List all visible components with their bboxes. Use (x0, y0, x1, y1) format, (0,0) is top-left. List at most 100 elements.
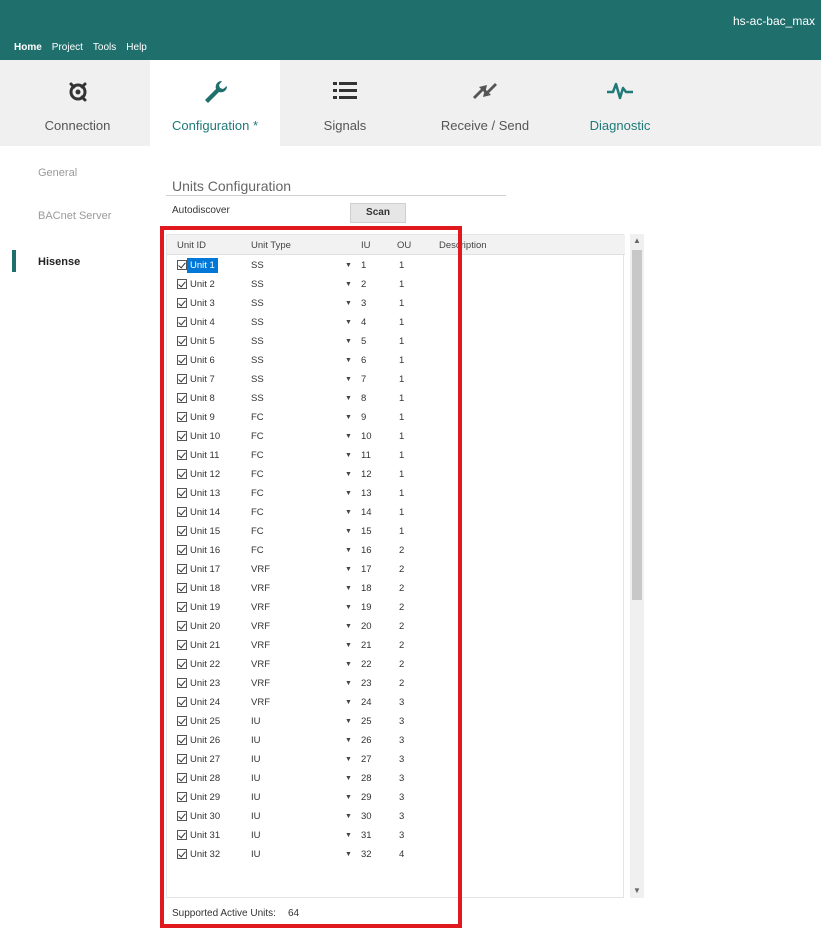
table-row[interactable]: Unit 25 IU ▼ 25 3 (167, 712, 625, 731)
table-row[interactable]: Unit 23 VRF ▼ 23 2 (167, 674, 625, 693)
ou-cell[interactable]: 1 (399, 526, 404, 537)
unit-checkbox[interactable] (177, 488, 187, 498)
unit-type-cell[interactable]: SS (251, 298, 264, 309)
chevron-down-icon[interactable]: ▼ (345, 623, 352, 630)
unit-checkbox[interactable] (177, 279, 187, 289)
ou-cell[interactable]: 3 (399, 830, 404, 841)
chevron-down-icon[interactable]: ▼ (345, 376, 352, 383)
scroll-thumb[interactable] (632, 250, 642, 600)
iu-cell[interactable]: 21 (361, 640, 372, 651)
table-row[interactable]: Unit 16 FC ▼ 16 2 (167, 541, 625, 560)
unit-type-cell[interactable]: VRF (251, 678, 270, 689)
ou-cell[interactable]: 3 (399, 754, 404, 765)
ou-cell[interactable]: 2 (399, 545, 404, 556)
unit-checkbox[interactable] (177, 469, 187, 479)
iu-cell[interactable]: 29 (361, 792, 372, 803)
ou-cell[interactable]: 1 (399, 488, 404, 499)
unit-type-cell[interactable]: SS (251, 260, 264, 271)
unit-type-cell[interactable]: VRF (251, 583, 270, 594)
grid-scrollbar[interactable]: ▲ ▼ (630, 234, 644, 898)
unit-checkbox[interactable] (177, 260, 187, 270)
unit-id-cell[interactable]: Unit 19 (190, 602, 220, 613)
unit-id-cell[interactable]: Unit 5 (190, 336, 215, 347)
tab-diagnostic[interactable]: Diagnostic (570, 60, 670, 146)
nav-item-bacnet-server[interactable]: BACnet Server (38, 210, 111, 222)
table-row[interactable]: Unit 29 IU ▼ 29 3 (167, 788, 625, 807)
unit-type-cell[interactable]: VRF (251, 621, 270, 632)
iu-cell[interactable]: 18 (361, 583, 372, 594)
table-row[interactable]: Unit 3 SS ▼ 3 1 (167, 294, 625, 313)
unit-checkbox[interactable] (177, 716, 187, 726)
iu-cell[interactable]: 11 (361, 450, 371, 461)
tab-configuration[interactable]: Configuration * (150, 60, 280, 146)
unit-type-cell[interactable]: IU (251, 849, 261, 860)
unit-type-cell[interactable]: IU (251, 792, 261, 803)
menu-home[interactable]: Home (14, 42, 42, 53)
chevron-down-icon[interactable]: ▼ (345, 851, 352, 858)
unit-type-cell[interactable]: VRF (251, 640, 270, 651)
ou-cell[interactable]: 2 (399, 640, 404, 651)
unit-id-cell[interactable]: Unit 2 (190, 279, 215, 290)
ou-cell[interactable]: 1 (399, 431, 404, 442)
unit-type-cell[interactable]: FC (251, 412, 264, 423)
chevron-down-icon[interactable]: ▼ (345, 338, 352, 345)
unit-id-cell[interactable]: Unit 15 (190, 526, 220, 537)
unit-id-cell[interactable]: Unit 11 (190, 450, 219, 461)
chevron-down-icon[interactable]: ▼ (345, 661, 352, 668)
iu-cell[interactable]: 20 (361, 621, 372, 632)
menu-tools[interactable]: Tools (93, 42, 116, 53)
col-unit-id[interactable]: Unit ID (177, 240, 206, 251)
chevron-down-icon[interactable]: ▼ (345, 813, 352, 820)
chevron-down-icon[interactable]: ▼ (345, 262, 352, 269)
col-ou[interactable]: OU (397, 240, 411, 251)
unit-id-cell[interactable]: Unit 23 (190, 678, 220, 689)
chevron-down-icon[interactable]: ▼ (345, 357, 352, 364)
chevron-down-icon[interactable]: ▼ (345, 604, 352, 611)
tab-receive-send[interactable]: Receive / Send (420, 60, 550, 146)
unit-type-cell[interactable]: SS (251, 393, 264, 404)
chevron-down-icon[interactable]: ▼ (345, 433, 352, 440)
table-row[interactable]: Unit 8 SS ▼ 8 1 (167, 389, 625, 408)
chevron-down-icon[interactable]: ▼ (345, 737, 352, 744)
ou-cell[interactable]: 3 (399, 792, 404, 803)
unit-checkbox[interactable] (177, 393, 187, 403)
unit-type-cell[interactable]: FC (251, 488, 264, 499)
ou-cell[interactable]: 2 (399, 602, 404, 613)
ou-cell[interactable]: 4 (399, 849, 404, 860)
chevron-down-icon[interactable]: ▼ (345, 490, 352, 497)
unit-id-cell[interactable]: Unit 25 (190, 716, 220, 727)
table-row[interactable]: Unit 19 VRF ▼ 19 2 (167, 598, 625, 617)
ou-cell[interactable]: 1 (399, 412, 404, 423)
table-row[interactable]: Unit 6 SS ▼ 6 1 (167, 351, 625, 370)
unit-id-cell[interactable]: Unit 3 (190, 298, 215, 309)
tab-signals[interactable]: Signals (295, 60, 395, 146)
unit-type-cell[interactable]: IU (251, 773, 261, 784)
chevron-down-icon[interactable]: ▼ (345, 699, 352, 706)
table-row[interactable]: Unit 7 SS ▼ 7 1 (167, 370, 625, 389)
unit-type-cell[interactable]: VRF (251, 659, 270, 670)
iu-cell[interactable]: 16 (361, 545, 372, 556)
chevron-down-icon[interactable]: ▼ (345, 585, 352, 592)
unit-checkbox[interactable] (177, 735, 187, 745)
unit-id-cell[interactable]: Unit 22 (190, 659, 220, 670)
unit-type-cell[interactable]: FC (251, 450, 264, 461)
unit-type-cell[interactable]: FC (251, 507, 264, 518)
unit-checkbox[interactable] (177, 450, 187, 460)
unit-checkbox[interactable] (177, 830, 187, 840)
unit-type-cell[interactable]: IU (251, 716, 261, 727)
chevron-down-icon[interactable]: ▼ (345, 528, 352, 535)
ou-cell[interactable]: 1 (399, 298, 404, 309)
unit-checkbox[interactable] (177, 526, 187, 536)
iu-cell[interactable]: 6 (361, 355, 366, 366)
table-row[interactable]: Unit 26 IU ▼ 26 3 (167, 731, 625, 750)
unit-id-cell[interactable]: Unit 7 (190, 374, 215, 385)
table-row[interactable]: Unit 18 VRF ▼ 18 2 (167, 579, 625, 598)
iu-cell[interactable]: 2 (361, 279, 366, 290)
table-row[interactable]: Unit 12 FC ▼ 12 1 (167, 465, 625, 484)
unit-id-cell[interactable]: Unit 24 (190, 697, 220, 708)
chevron-down-icon[interactable]: ▼ (345, 775, 352, 782)
chevron-down-icon[interactable]: ▼ (345, 414, 352, 421)
table-row[interactable]: Unit 13 FC ▼ 13 1 (167, 484, 625, 503)
ou-cell[interactable]: 1 (399, 374, 404, 385)
unit-id-cell[interactable]: Unit 14 (190, 507, 220, 518)
